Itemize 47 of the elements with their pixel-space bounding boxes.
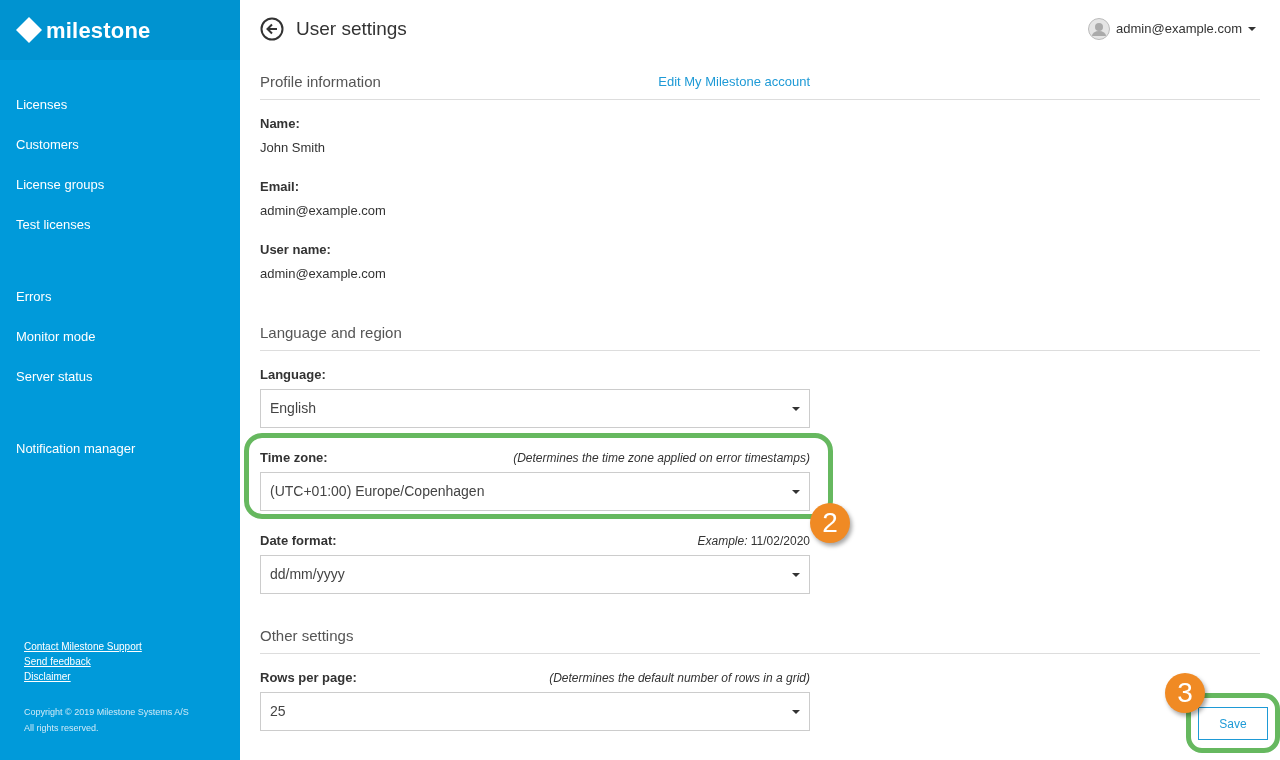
caret-icon <box>792 406 800 411</box>
select-field[interactable]: 25 <box>260 692 810 731</box>
field-value: admin@example.com <box>260 265 387 283</box>
field-value: John Smith <box>260 139 327 157</box>
section-header: Other settings <box>260 612 1260 654</box>
nav-item[interactable]: Test licenses <box>0 205 240 245</box>
footer-link[interactable]: Disclaimer <box>24 669 71 684</box>
nav-item[interactable]: Monitor mode <box>0 317 240 357</box>
diamond-logo-icon <box>16 17 42 43</box>
field-hint: (Determines the time zone applied on error timestamps) <box>513 450 810 467</box>
nav-item[interactable]: Server status <box>0 357 240 397</box>
account-link[interactable]: Edit My Milestone account <box>658 71 810 91</box>
footer-link[interactable]: Send feedback <box>24 654 91 669</box>
select-field[interactable]: dd/mm/yyyy <box>260 555 810 594</box>
nav-item[interactable]: Customers <box>0 125 240 165</box>
caret-icon <box>1248 27 1256 31</box>
section-header: Language and region <box>260 309 1260 351</box>
field-label: Rows per page: <box>260 668 357 687</box>
field-label: User name: <box>260 240 331 259</box>
field-label: Date format: <box>260 531 337 550</box>
select-field[interactable]: English <box>260 389 810 428</box>
callout-badge: 3 <box>1165 673 1205 713</box>
nav-item[interactable]: Errors <box>0 277 240 317</box>
field-value: admin@example.com <box>260 202 387 220</box>
field-label: Name: <box>260 114 300 133</box>
field-label: Time zone: <box>260 448 328 467</box>
nav-item[interactable]: Notification manager <box>0 429 240 469</box>
select-field[interactable]: (UTC+01:00) Europe/Copenhagen <box>260 472 810 511</box>
copyright-text: Copyright © 2019 Milestone Systems A/S <box>24 706 190 719</box>
caret-icon <box>792 489 800 494</box>
caret-icon <box>792 709 800 714</box>
nav-item[interactable]: License groups <box>0 165 240 205</box>
callout-badge: 2 <box>810 503 850 543</box>
field-hint: (Determines the default number of rows in a grid) <box>549 670 810 687</box>
save-button[interactable]: Save <box>1198 707 1268 740</box>
user-menu[interactable]: admin@example.com <box>1088 18 1256 40</box>
section-header: Profile information Edit My Milestone account <box>260 58 1260 100</box>
copyright-text: All rights reserved. <box>24 722 100 735</box>
nav-item[interactable]: Licenses <box>0 85 240 125</box>
footer-link[interactable]: Contact Milestone Support <box>24 639 142 654</box>
caret-icon <box>792 572 800 577</box>
field-label: Language: <box>260 365 326 384</box>
field-hint: Example: 11/02/2020 <box>697 533 810 550</box>
user-avatar-icon <box>1088 18 1111 40</box>
page-title: User settings <box>296 16 407 41</box>
logo-text: milestone <box>46 16 151 45</box>
field-label: Email: <box>260 177 299 196</box>
